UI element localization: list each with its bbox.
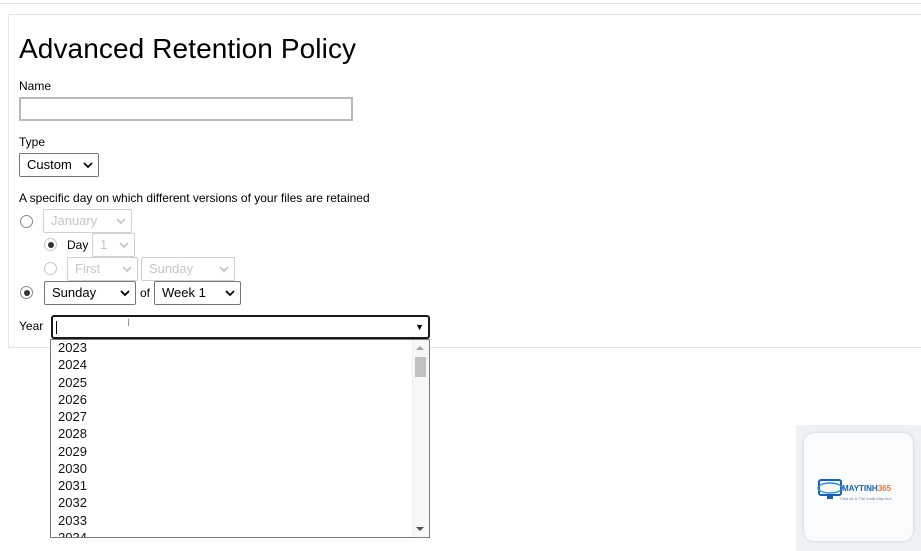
chevron-down-icon <box>120 290 130 297</box>
year-option[interactable]: 2026 <box>58 391 87 408</box>
ordinal-select[interactable]: First <box>67 257 138 281</box>
radio-nth-weekday[interactable] <box>44 262 57 275</box>
week-select[interactable]: Week 1 <box>154 281 241 305</box>
year-option[interactable]: 2034 <box>58 529 87 537</box>
of-label: of <box>140 286 151 300</box>
year-combobox[interactable]: ▼ <box>51 315 430 339</box>
ibeam-cursor-icon: I <box>127 317 131 329</box>
chevron-down-icon <box>122 266 132 273</box>
weekday-select[interactable]: Sunday <box>44 281 136 305</box>
chevron-down-icon <box>116 218 126 225</box>
year-listbox[interactable]: 2023 2024 2025 2026 2027 2028 2029 2030 2031 2032… <box>50 339 430 538</box>
scroll-up-arrow-icon[interactable] <box>416 346 424 350</box>
page-title: Advanced Retention Policy <box>19 33 357 64</box>
year-option[interactable]: 2032 <box>58 494 87 511</box>
scroll-down-arrow-icon[interactable] <box>416 527 424 531</box>
name-label: Name <box>19 79 52 93</box>
year-option[interactable]: 2023 <box>58 340 87 356</box>
text-caret <box>56 321 57 334</box>
type-label: Type <box>19 135 46 149</box>
year-option[interactable]: 2024 <box>58 356 87 373</box>
nth-weekday-select[interactable]: Sunday <box>141 257 235 281</box>
retention-description: A specific day on which different versio… <box>19 191 370 205</box>
type-select[interactable]: Custom <box>19 153 99 177</box>
dropdown-arrow-icon[interactable]: ▼ <box>415 323 424 332</box>
watermark-tagline: Chia sẻ & Thủ thuật Máy tính <box>840 496 892 501</box>
year-label: Year <box>19 319 44 333</box>
chevron-down-icon <box>225 290 235 297</box>
month-select[interactable]: January <box>43 209 132 233</box>
watermark-card: MAYTINH365 Chia sẻ & Thủ thuật Máy tính <box>804 433 913 541</box>
chevron-down-icon <box>119 242 129 249</box>
scrollbar-thumb[interactable] <box>415 357 426 377</box>
watermark-brand: MAYTINH365 <box>842 484 892 493</box>
day-select[interactable]: 1 <box>92 233 135 257</box>
listbox-scrollbar[interactable] <box>412 340 429 537</box>
top-divider <box>0 3 921 4</box>
radio-month[interactable] <box>20 215 33 228</box>
year-option[interactable]: 2033 <box>58 512 87 529</box>
radio-weekday-of-week[interactable] <box>20 286 33 299</box>
watermark-logo: MAYTINH365 Chia sẻ & Thủ thuật Máy tính <box>796 425 921 551</box>
chevron-down-icon <box>83 162 93 169</box>
year-option[interactable]: 2025 <box>58 374 87 391</box>
day-label: Day <box>67 238 89 252</box>
name-input[interactable] <box>19 97 353 121</box>
year-option[interactable]: 2029 <box>58 443 87 460</box>
year-option[interactable]: 2028 <box>58 425 87 442</box>
chevron-down-icon <box>219 266 229 273</box>
year-option[interactable]: 2031 <box>58 477 87 494</box>
radio-day[interactable] <box>44 238 57 251</box>
year-option[interactable]: 2027 <box>58 408 87 425</box>
year-option[interactable]: 2030 <box>58 460 87 477</box>
